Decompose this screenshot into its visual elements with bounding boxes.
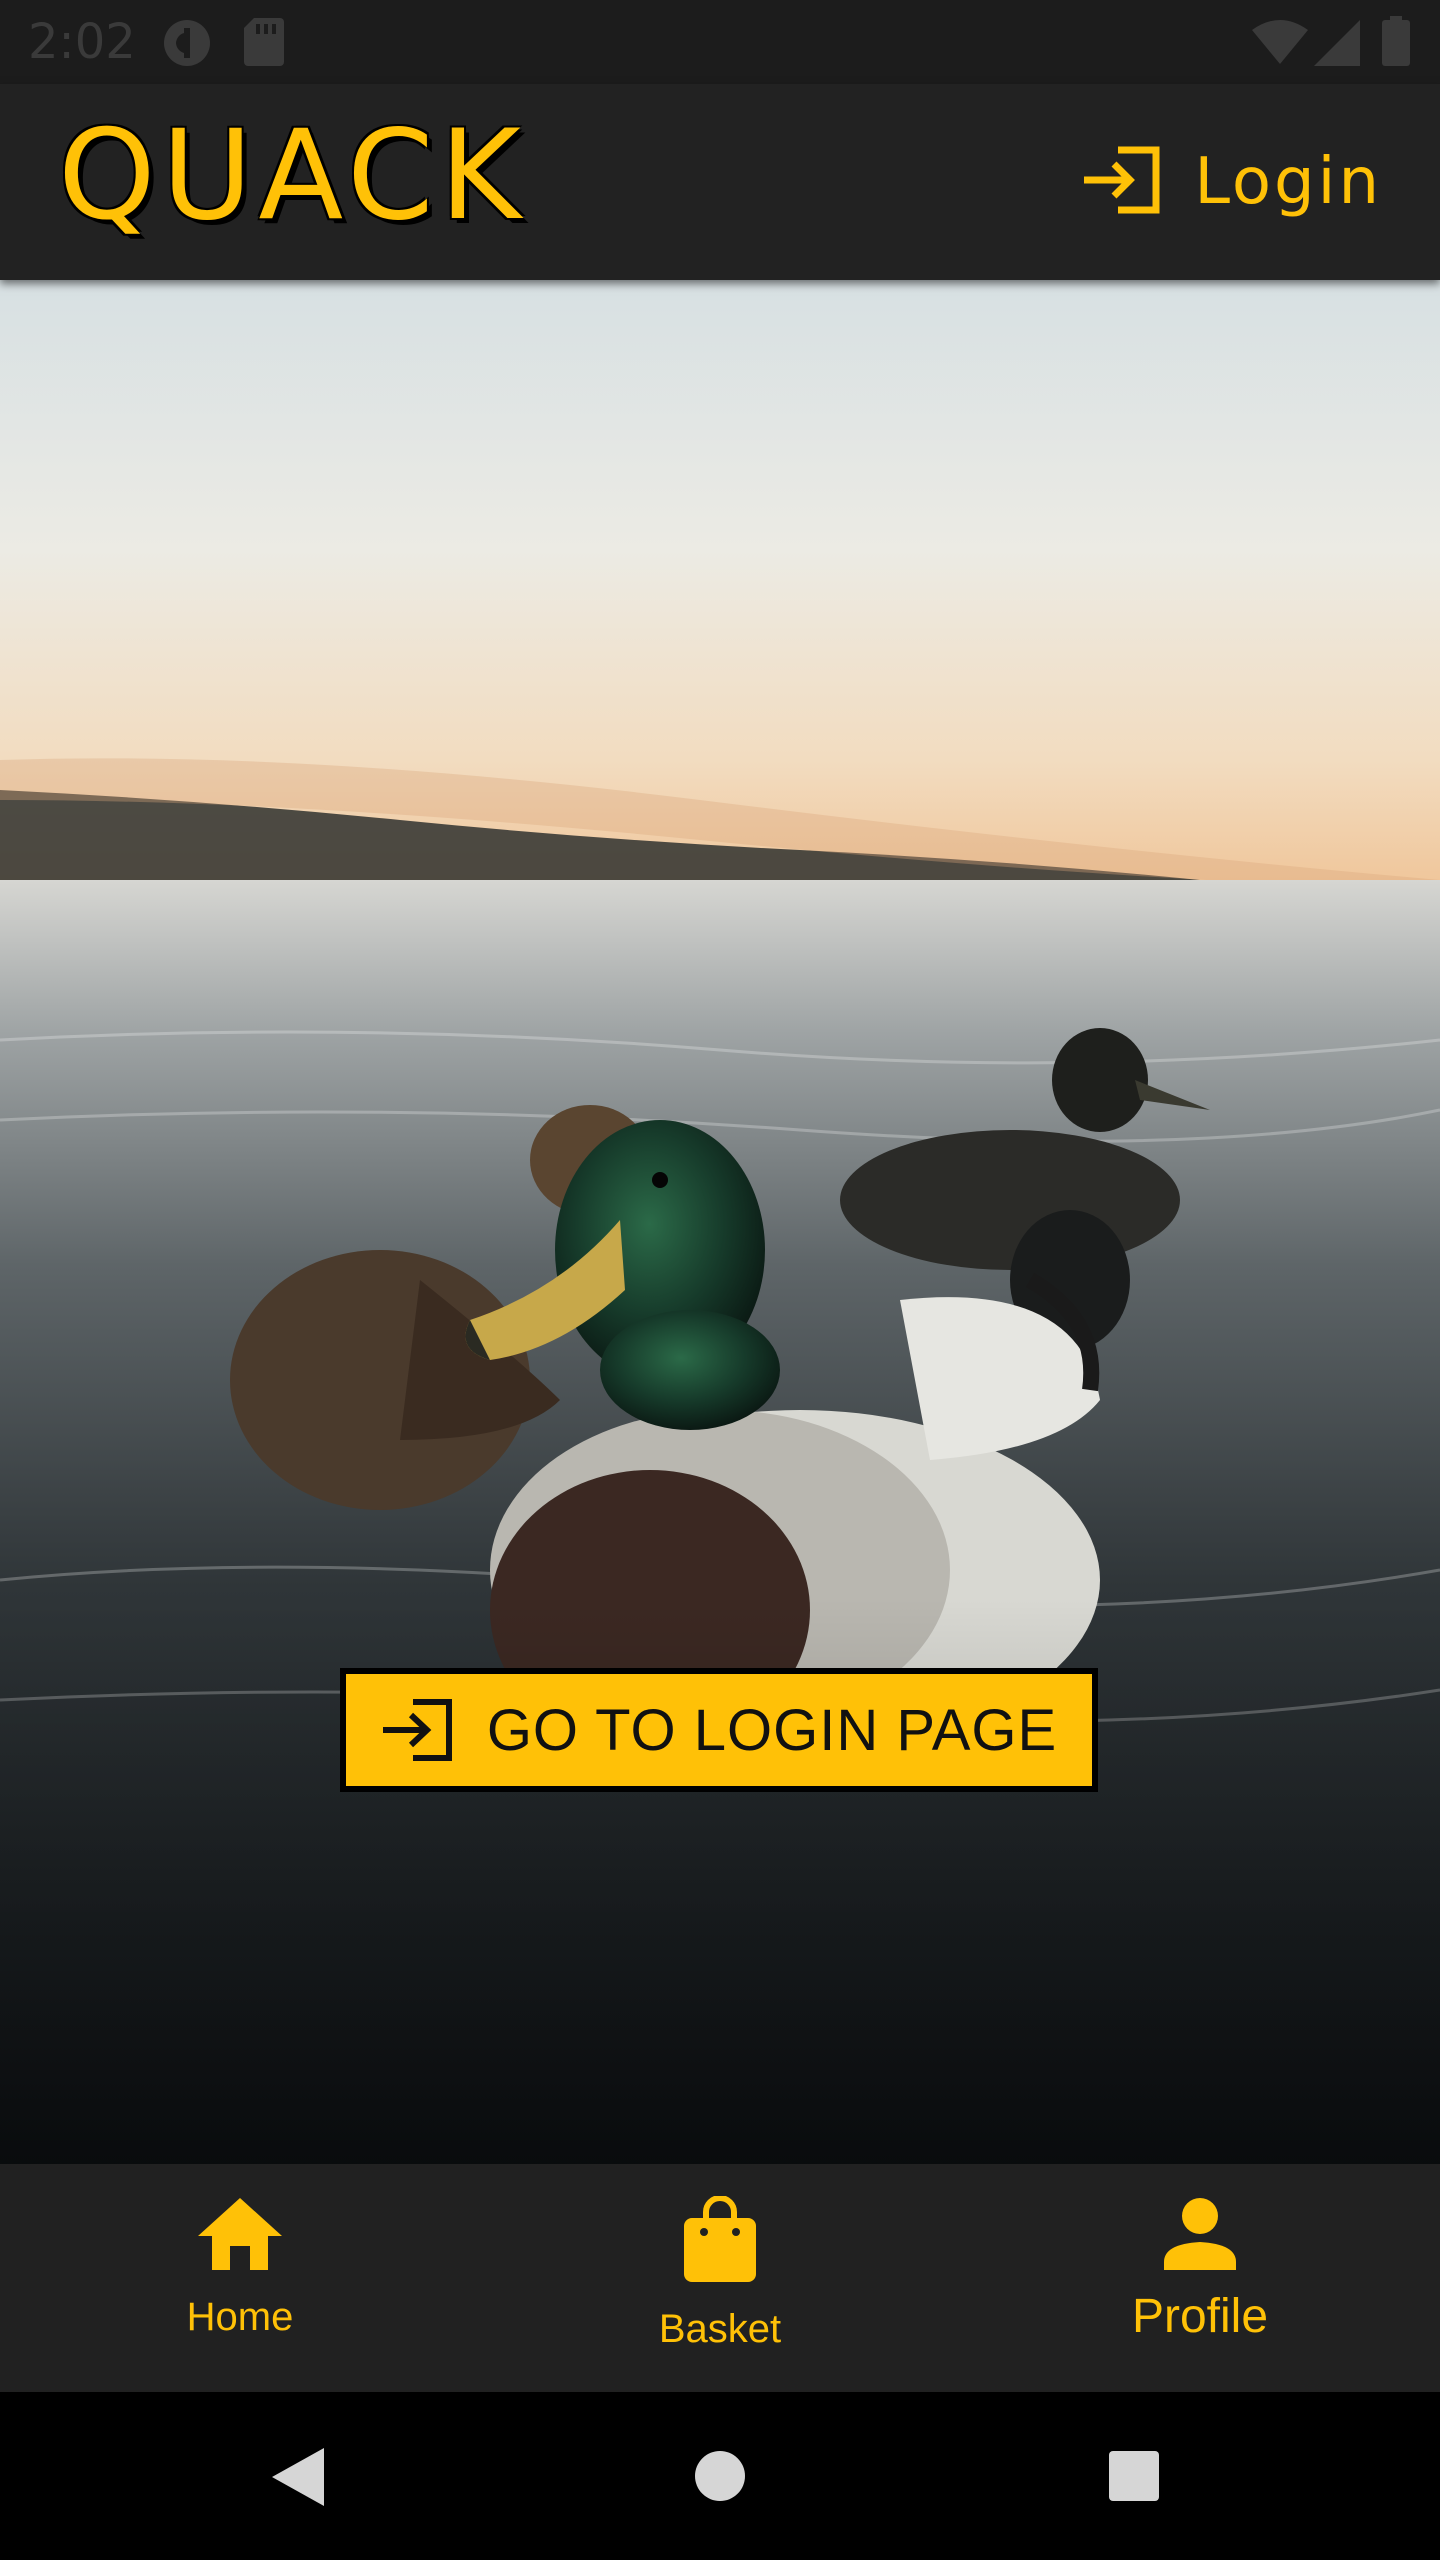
home-icon xyxy=(196,2196,284,2277)
nav-label-home: Home xyxy=(186,2295,294,2339)
shopping-bag-icon xyxy=(682,2195,758,2289)
login-action-button[interactable]: Login xyxy=(1082,140,1382,224)
nav-label-basket: Basket xyxy=(658,2307,782,2351)
back-icon[interactable] xyxy=(270,2446,326,2513)
bottom-navigation: Home Basket Profile xyxy=(0,2164,1440,2392)
status-bar: 2:02 xyxy=(0,0,1440,84)
login-icon xyxy=(1082,146,1160,219)
app-bar: QUACK Login xyxy=(0,84,1440,280)
nav-item-home[interactable]: Home xyxy=(0,2164,480,2392)
login-label: Login xyxy=(1194,145,1382,219)
nav-item-basket[interactable]: Basket xyxy=(480,2164,960,2392)
app-title: QUACK xyxy=(58,104,527,248)
sd-card-icon xyxy=(244,18,284,71)
go-to-login-button[interactable]: GO TO LOGIN PAGE xyxy=(340,1668,1098,1792)
hero-image: GO TO LOGIN PAGE xyxy=(0,280,1440,2164)
login-icon xyxy=(381,1699,453,1761)
nav-item-profile[interactable]: Profile xyxy=(960,2164,1440,2392)
battery-icon xyxy=(1382,16,1410,71)
ducks-photo xyxy=(0,280,1440,2164)
recents-icon[interactable] xyxy=(1108,2450,1160,2507)
nav-label-profile: Profile xyxy=(1131,2290,1269,2343)
home-circle-icon[interactable] xyxy=(694,2450,746,2507)
person-icon xyxy=(1162,2196,1238,2277)
wifi-icon xyxy=(1252,20,1308,69)
status-time: 2:02 xyxy=(28,14,136,70)
cellular-signal-icon xyxy=(1314,20,1360,71)
go-to-login-label: GO TO LOGIN PAGE xyxy=(486,1697,1058,1763)
system-navigation-bar xyxy=(0,2392,1440,2560)
app-notification-icon xyxy=(162,18,212,73)
